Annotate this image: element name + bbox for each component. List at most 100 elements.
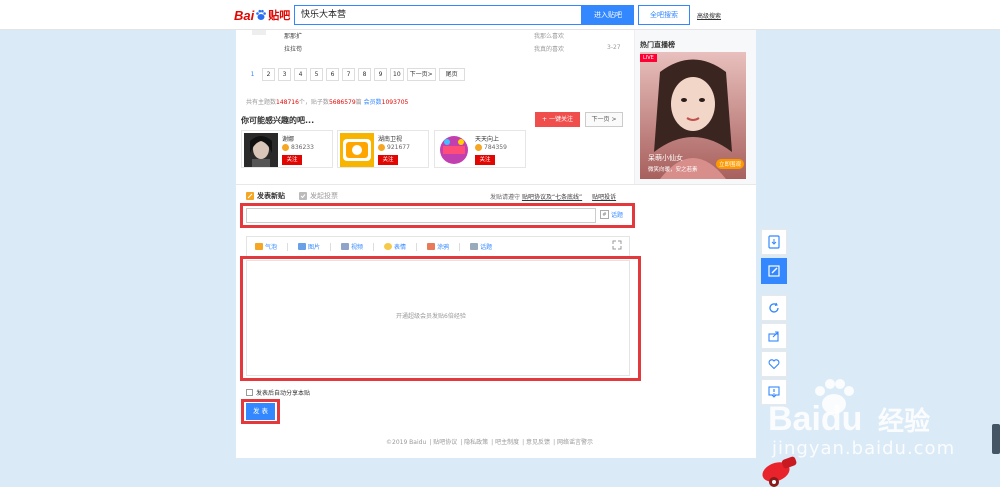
- bar-fans: 836233: [282, 144, 314, 151]
- bar-fans-count: 784359: [484, 144, 507, 151]
- toolbar-separator: [459, 242, 461, 251]
- recommend-bar-card[interactable]: 天天向上 784359 关注: [434, 130, 526, 168]
- auto-share-label: 发表后自动分享本贴: [256, 390, 311, 397]
- footer-link[interactable]: 意见反馈: [526, 439, 550, 446]
- follow-button[interactable]: 关注: [282, 155, 302, 165]
- tool-emoji[interactable]: 表情: [384, 242, 406, 251]
- footer-link[interactable]: 吧主制度: [495, 439, 519, 446]
- tool-video-label: 视频: [351, 244, 364, 251]
- stats-topics-unit: 个，贴子数: [298, 99, 329, 106]
- thread-last-reply: 我那么喜欢: [534, 33, 565, 40]
- enter-bar-button[interactable]: 进入贴吧: [582, 5, 634, 25]
- post-title-input[interactable]: [246, 208, 596, 223]
- stats-topics-label: 共有主题数: [246, 99, 277, 106]
- toolbar-separator: [287, 242, 289, 251]
- topic-button-label: 话题: [611, 212, 624, 219]
- write-post-button[interactable]: [761, 258, 787, 284]
- streamer-tagline: 微笑向暖，安之若素: [648, 167, 698, 173]
- bar-name[interactable]: 湖南卫视: [378, 134, 402, 143]
- tool-topic-label: 话题: [480, 244, 493, 251]
- reply-count-box: [252, 30, 266, 35]
- tool-video[interactable]: 视频: [341, 242, 363, 251]
- follow-button[interactable]: 关注: [378, 155, 398, 165]
- checkbox-box[interactable]: [246, 389, 253, 396]
- search-all-button[interactable]: 全吧搜索: [638, 5, 690, 25]
- favorite-button[interactable]: [761, 351, 787, 377]
- logo-text-tieba: 贴吧: [268, 10, 291, 22]
- footer-link[interactable]: 贴吧协议: [433, 439, 457, 446]
- svg-text:Baidu: Baidu: [768, 400, 862, 438]
- watch-now-button[interactable]: 立即围观: [715, 159, 744, 169]
- hot-live-title: 热门直播榜: [640, 41, 675, 49]
- tool-doodle-label: 涂鸦: [437, 244, 450, 251]
- footer-link[interactable]: 网络谣言警示: [557, 439, 593, 446]
- bubble-icon: [255, 243, 263, 250]
- logo-text-bai: Bai: [234, 7, 255, 23]
- tool-bubble[interactable]: 气泡: [255, 242, 277, 251]
- fans-icon: [475, 144, 482, 151]
- page-number[interactable]: 7: [342, 68, 355, 81]
- app-download-button[interactable]: [761, 229, 787, 255]
- tool-bubble-label: 气泡: [265, 244, 278, 251]
- tab-start-vote-label: 发起投票: [310, 192, 338, 200]
- recommend-bar-card[interactable]: 谢娜 836233 关注: [241, 130, 333, 168]
- page-number[interactable]: 5: [310, 68, 323, 81]
- tab-new-post[interactable]: 发表新贴: [246, 191, 285, 201]
- paw-icon: [256, 9, 267, 20]
- editor-toolbar: 气泡 图片 视频 表情 涂鸦 话题: [246, 236, 630, 256]
- hot-live-card[interactable]: LIVE 呆萌小仙女 微笑向暖，安之若素 立即围观: [640, 52, 746, 179]
- image-icon: [298, 243, 307, 250]
- page-number[interactable]: 2: [262, 68, 275, 81]
- bar-avatar-tiantian: [437, 133, 471, 167]
- thread-title[interactable]: 那那扩: [284, 31, 302, 40]
- follow-button[interactable]: 关注: [475, 155, 495, 165]
- live-badge: LIVE: [640, 54, 657, 62]
- complaint-link[interactable]: 贴吧投诉: [592, 194, 616, 201]
- thread-title[interactable]: 拉拉苟: [284, 44, 302, 53]
- vote-icon: [299, 192, 307, 200]
- tool-image[interactable]: 图片: [298, 242, 320, 251]
- advanced-search-link[interactable]: 高级搜索: [697, 11, 721, 20]
- toolbar-separator: [330, 242, 332, 251]
- recommend-bar-card[interactable]: 湖南卫视 921677 关注: [337, 130, 429, 168]
- post-rules-link[interactable]: 贴吧协议及“七条底线”: [522, 194, 582, 201]
- tool-doodle[interactable]: 涂鸦: [427, 242, 449, 251]
- composer-tabs: 发表新贴 发起投票: [246, 191, 338, 201]
- tool-topic[interactable]: 话题: [470, 242, 492, 251]
- page-number[interactable]: 6: [326, 68, 339, 81]
- expand-icon[interactable]: [612, 240, 622, 250]
- phone-icon: [768, 235, 780, 249]
- next-recommend-button[interactable]: 下一页 >: [585, 112, 623, 127]
- bar-fans: 921677: [378, 144, 410, 151]
- page-number[interactable]: 8: [358, 68, 371, 81]
- toolbar-separator: [416, 242, 418, 251]
- next-page-link[interactable]: 下一页>: [406, 68, 436, 81]
- page-number[interactable]: 9: [374, 68, 387, 81]
- page-number[interactable]: 4: [294, 68, 307, 81]
- toolbar-separator: [373, 242, 375, 251]
- share-icon: [768, 331, 779, 342]
- section-divider: [236, 184, 756, 185]
- emoji-icon: [384, 243, 393, 250]
- editor-placeholder: 开通超级会员发贴6倍经验: [396, 313, 466, 320]
- page-number[interactable]: 3: [278, 68, 291, 81]
- bar-name[interactable]: 谢娜: [282, 134, 294, 143]
- page-number[interactable]: 10: [390, 68, 404, 81]
- tab-start-vote[interactable]: 发起投票: [299, 191, 338, 201]
- last-page-link[interactable]: 尾页: [438, 68, 465, 81]
- topic-button[interactable]: # 话题: [600, 210, 623, 219]
- bar-name[interactable]: 天天向上: [475, 134, 499, 143]
- submit-button[interactable]: 发 表: [246, 403, 275, 420]
- refresh-button[interactable]: [761, 295, 787, 321]
- stats-members-value: 1093705: [381, 99, 409, 106]
- tab-new-post-label: 发表新贴: [257, 192, 285, 200]
- search-input[interactable]: 快乐大本营: [294, 5, 582, 25]
- stats-members-label[interactable]: 会员数: [364, 99, 382, 106]
- tieba-logo[interactable]: Bai 贴吧: [234, 7, 290, 23]
- follow-all-button[interactable]: + 一键关注: [535, 112, 580, 127]
- auto-share-checkbox[interactable]: 发表后自动分享本贴: [246, 388, 310, 397]
- footer-link[interactable]: 隐私政策: [464, 439, 488, 446]
- pagination: 1 2 3 4 5 6 7 8 9 10 下一页> 尾页: [246, 68, 465, 81]
- footer-copyright: ©2019 Baidu: [386, 439, 427, 446]
- share-button[interactable]: [761, 323, 787, 349]
